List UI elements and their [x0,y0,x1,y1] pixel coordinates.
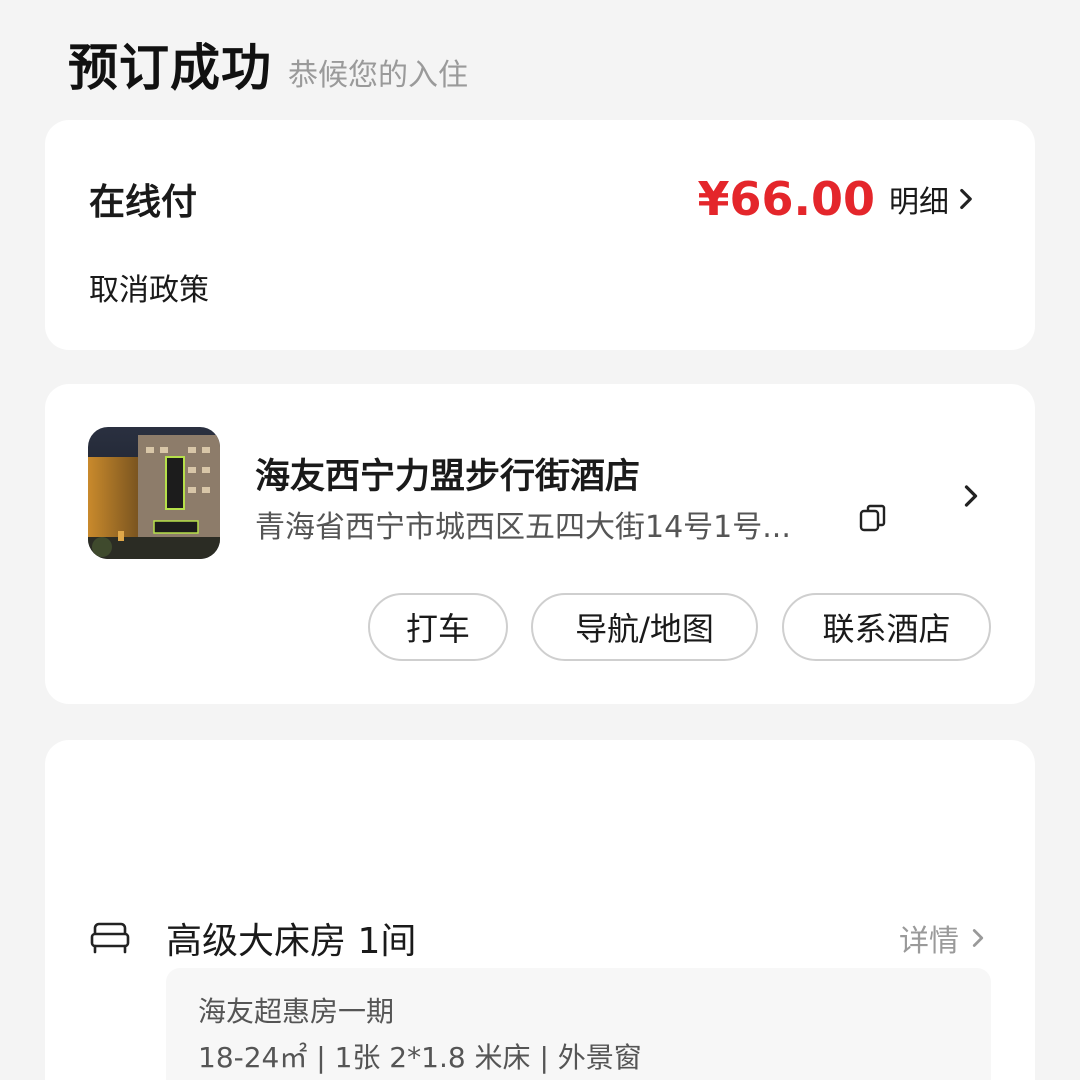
payment-amount-group: ¥66.00 明细 [697,172,983,226]
page-subtitle: 恭候您的入住 [288,58,468,93]
page-header: 预订成功 恭候您的入住 [68,28,468,100]
bed-icon [89,920,131,956]
price-amount: ¥66.00 [697,172,875,226]
cancel-policy-link[interactable]: 取消政策 [89,265,209,309]
room-specs: 18-24㎡ | 1张 2*1.8 米床 | 外景窗 [198,1041,642,1074]
chevron-right-icon [963,923,993,953]
room-plan-box: 海友超惠房一期 18-24㎡ | 1张 2*1.8 米床 | 外景窗 [166,968,991,1080]
contact-hotel-button[interactable]: 联系酒店 [782,593,991,661]
price-detail-button[interactable]: 明细 [889,177,983,221]
payment-row: 在线付 ¥66.00 明细 [89,172,983,226]
payment-card: 在线付 ¥66.00 明细 取消政策 [45,120,1035,350]
hotel-address[interactable]: 青海省西宁市城西区五四大街14号1号... [255,502,791,546]
room-plan-name: 海友超惠房一期 [198,995,395,1028]
chevron-right-icon[interactable] [953,478,989,514]
payment-method-label: 在线付 [89,182,198,223]
copy-icon[interactable] [857,502,889,534]
room-title: 高级大床房 1间 [166,921,417,962]
price-detail-label: 明细 [889,185,949,220]
hotel-name[interactable]: 海友西宁力盟步行街酒店 [255,448,640,499]
room-detail-label: 详情 [899,924,959,959]
chevron-right-icon [949,182,983,216]
room-card: 高级大床房 1间 详情 海友超惠房一期 18-24㎡ | 1张 2*1.8 米床… [45,740,1035,1080]
page-title: 预订成功 [68,39,272,97]
room-detail-button[interactable]: 详情 [899,916,993,960]
hotel-thumbnail[interactable] [88,427,220,559]
taxi-button[interactable]: 打车 [368,593,508,661]
hotel-card: 海友西宁力盟步行街酒店 青海省西宁市城西区五四大街14号1号... 打车 导航/… [45,384,1035,704]
navigation-map-button[interactable]: 导航/地图 [531,593,758,661]
